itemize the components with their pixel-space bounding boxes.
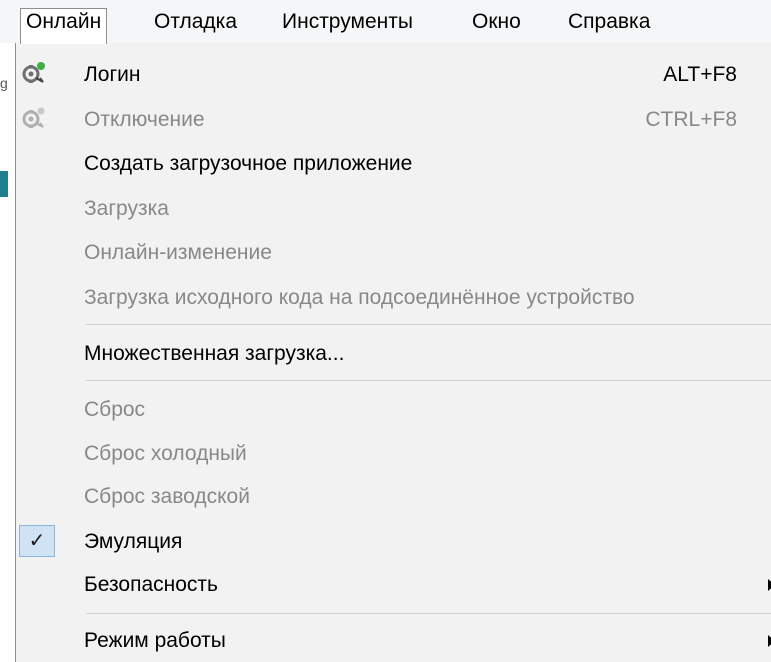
background-fragment: g — [0, 75, 8, 91]
menu-item-multiple-download[interactable]: Множественная загрузка... — [84, 339, 344, 369]
menu-item-download[interactable]: Загрузка — [84, 194, 169, 224]
logout-icon — [22, 107, 45, 128]
menu-item-security[interactable]: Безопасность — [84, 570, 218, 600]
menu-separator — [86, 613, 771, 614]
menu-debug[interactable]: Отладка — [148, 10, 243, 43]
menu-item-create-boot-application[interactable]: Создать загрузочное приложение — [84, 149, 412, 179]
menu-item-reset-cold[interactable]: Сброс холодный — [84, 439, 247, 469]
menu-help[interactable]: Справка — [562, 10, 656, 43]
menu-item-reset-origin[interactable]: Сброс заводской — [84, 482, 250, 512]
menu-window[interactable]: Окно — [466, 10, 527, 43]
menu-item-source-download[interactable]: Загрузка исходного кода на подсоединённо… — [84, 283, 635, 313]
login-icon — [22, 62, 45, 83]
menu-item-disconnect[interactable]: Отключение — [84, 105, 205, 135]
disconnect-shortcut: CTRL+F8 — [645, 108, 737, 131]
menu-item-reset[interactable]: Сброс — [84, 395, 145, 425]
menu-item-login[interactable]: Логин — [84, 60, 140, 90]
menu-bar: Онлайн Отладка Инструменты Окно Справка — [0, 0, 771, 44]
menu-separator — [86, 380, 771, 381]
menu-online[interactable]: Онлайн — [20, 8, 108, 44]
menu-item-simulation[interactable]: Эмуляция — [84, 527, 182, 557]
login-shortcut: ALT+F8 — [663, 63, 737, 86]
menu-item-online-change[interactable]: Онлайн-изменение — [84, 238, 272, 268]
menu-separator — [86, 324, 771, 325]
checkmark-icon: ✓ — [19, 525, 55, 557]
online-dropdown-menu: Логин ALT+F8 Отключение CTRL+F8 Создать … — [15, 43, 771, 662]
menu-item-operating-mode[interactable]: Режим работы — [84, 626, 226, 656]
screen: Онлайн Отладка Инструменты Окно Справка … — [0, 0, 771, 662]
background-window-edge: g — [0, 43, 15, 662]
background-accent — [0, 171, 8, 197]
menu-tools[interactable]: Инструменты — [276, 10, 419, 43]
